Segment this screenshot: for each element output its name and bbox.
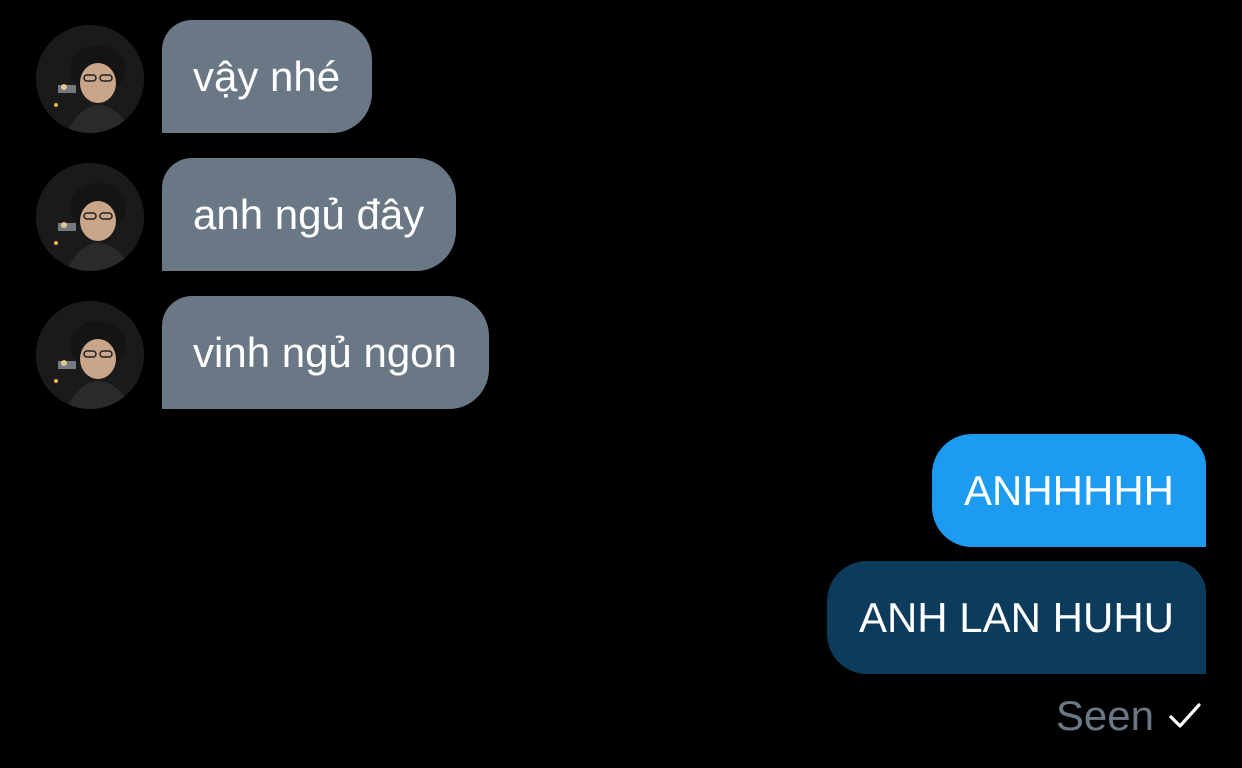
sender-avatar[interactable] — [36, 163, 144, 271]
message-text: ANH LAN HUHU — [858, 593, 1174, 641]
user-avatar-icon — [36, 301, 144, 409]
sender-avatar[interactable] — [36, 25, 144, 133]
incoming-message-bubble[interactable]: anh ngủ đây — [162, 158, 457, 271]
message-text: vinh ngủ ngon — [193, 328, 457, 376]
message-text: ANHHHHH — [964, 466, 1174, 514]
outgoing-message-bubble[interactable]: ANHHHHH — [932, 434, 1206, 547]
seen-label: Seen — [1055, 692, 1154, 739]
incoming-message-bubble[interactable]: vậy nhé — [162, 20, 373, 133]
checkmark-icon — [1169, 703, 1201, 728]
message-text: anh ngủ đây — [193, 190, 425, 238]
outgoing-message-bubble[interactable]: ANH LAN HUHU — [826, 561, 1206, 674]
incoming-message-bubble[interactable]: vinh ngủ ngon — [162, 296, 489, 409]
user-avatar-icon — [36, 25, 144, 133]
read-receipt: Seen — [1056, 688, 1202, 744]
user-avatar-icon — [36, 163, 144, 271]
message-text: vậy nhé — [193, 52, 341, 100]
sender-avatar[interactable] — [36, 301, 144, 409]
